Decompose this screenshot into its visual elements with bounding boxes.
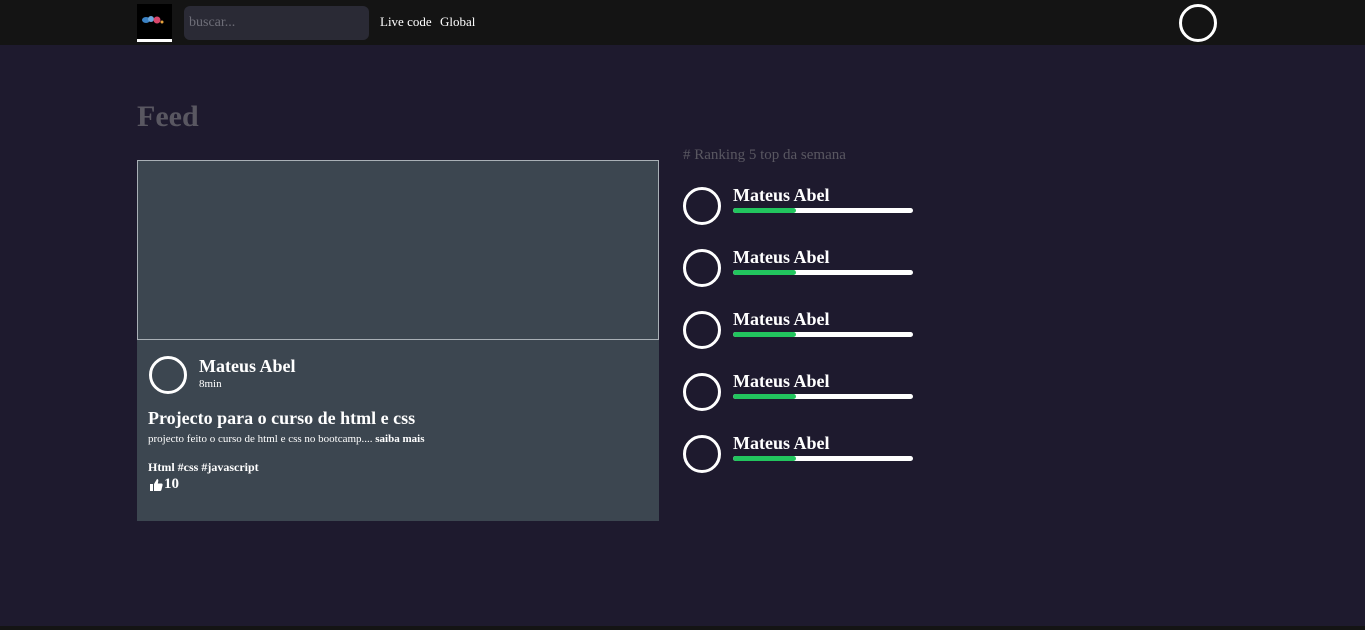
post-card: Mateus Abel 8min Projecto para o curso d…: [137, 160, 659, 521]
post-author-avatar[interactable]: [149, 356, 187, 394]
ranking-progress-bar: [733, 270, 913, 275]
ranking-avatar[interactable]: [683, 311, 721, 349]
ranking-avatar[interactable]: [683, 249, 721, 287]
post-description-text: projecto feito o curso de html e css no …: [148, 433, 373, 445]
ranking-item[interactable]: Mateus Abel: [683, 185, 923, 227]
read-more-link[interactable]: saiba mais: [375, 433, 424, 445]
ranking-name[interactable]: Mateus Abel: [733, 309, 830, 330]
ranking-progress-fill: [733, 332, 796, 337]
ranking-name[interactable]: Mateus Abel: [733, 247, 830, 268]
post-time: 8min: [199, 378, 222, 390]
thumbs-up-icon: [150, 478, 163, 491]
likes-count: 10: [164, 476, 179, 492]
ranking-progress-bar: [733, 332, 913, 337]
logo-icon[interactable]: [137, 4, 172, 42]
ranking-progress-bar: [733, 456, 913, 461]
ranking-name[interactable]: Mateus Abel: [733, 433, 830, 454]
ranking-avatar[interactable]: [683, 373, 721, 411]
ranking-name[interactable]: Mateus Abel: [733, 371, 830, 392]
ranking-avatar[interactable]: [683, 435, 721, 473]
ranking-item[interactable]: Mateus Abel: [683, 247, 923, 289]
top-navbar: Live code Global: [0, 0, 1365, 45]
ranking-progress-fill: [733, 270, 796, 275]
ranking-item[interactable]: Mateus Abel: [683, 433, 923, 475]
user-avatar[interactable]: [1179, 4, 1217, 42]
nav-live-code-link[interactable]: Live code: [380, 14, 432, 30]
ranking-progress-bar: [733, 394, 913, 399]
ranking-avatar[interactable]: [683, 187, 721, 225]
ranking-progress-fill: [733, 456, 796, 461]
post-image[interactable]: [137, 160, 659, 340]
bottom-edge: [0, 626, 1365, 630]
search-input[interactable]: [184, 6, 369, 40]
page-title: Feed: [137, 100, 199, 133]
ranking-progress-fill: [733, 394, 796, 399]
post-author-name[interactable]: Mateus Abel: [199, 356, 296, 377]
ranking-item[interactable]: Mateus Abel: [683, 371, 923, 413]
like-button[interactable]: 10: [149, 476, 179, 493]
ranking-progress-fill: [733, 208, 796, 213]
ranking-progress-bar: [733, 208, 913, 213]
post-description: projecto feito o curso de html e css no …: [148, 433, 425, 445]
post-title: Projecto para o curso de html e css: [148, 408, 416, 428]
post-tags: Html #css #javascript: [148, 460, 259, 474]
nav-global-link[interactable]: Global: [440, 14, 475, 30]
ranking-item[interactable]: Mateus Abel: [683, 309, 923, 351]
ranking-title: # Ranking 5 top da semana: [683, 147, 846, 163]
ranking-name[interactable]: Mateus Abel: [733, 185, 830, 206]
